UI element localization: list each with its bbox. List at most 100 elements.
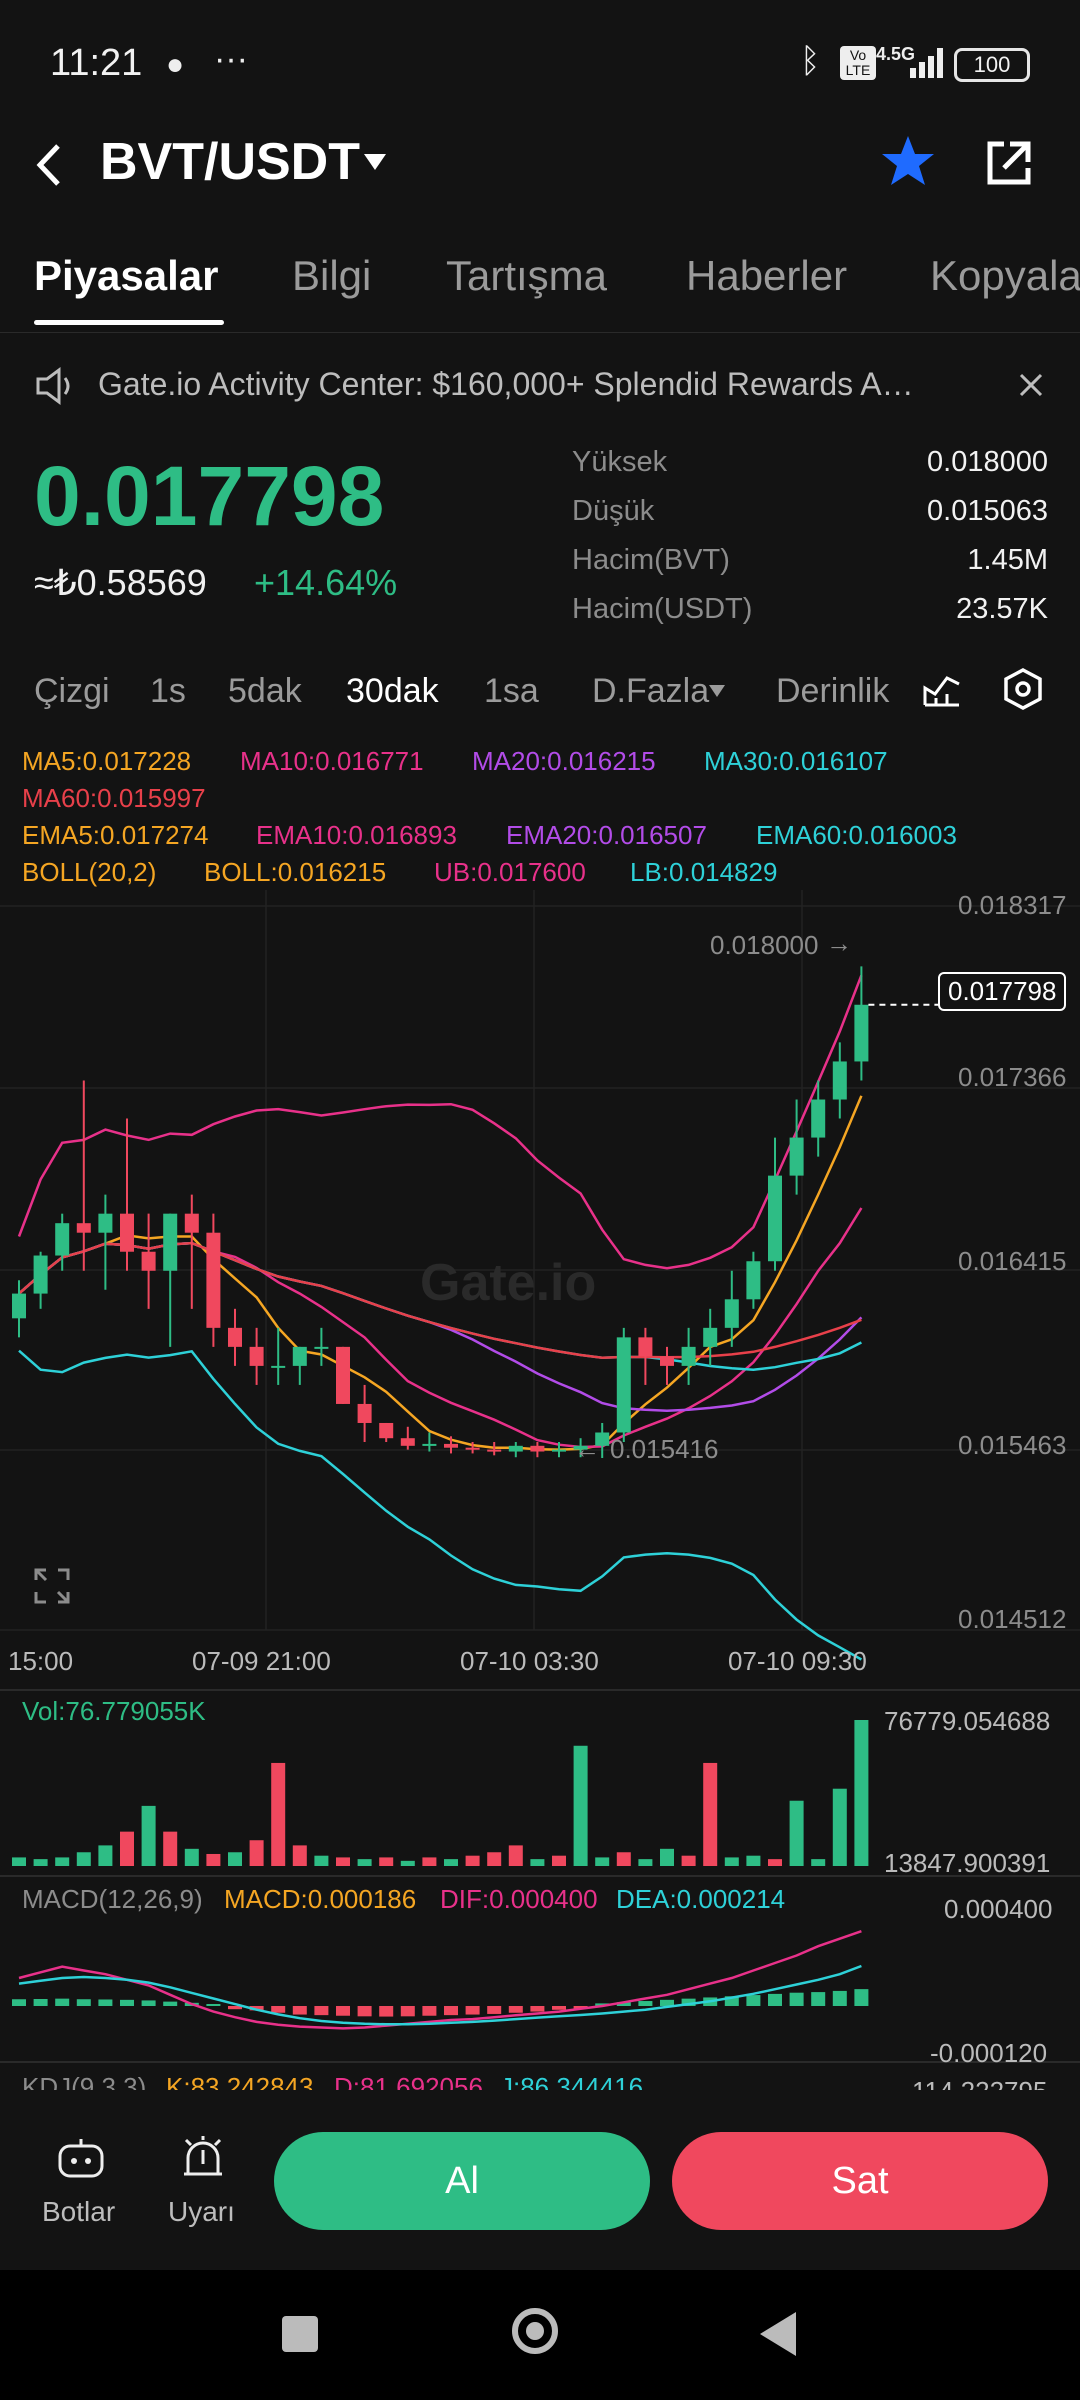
timeframe-5m[interactable]: 5dak	[228, 672, 302, 711]
announcement-bar[interactable]: Gate.io Activity Center: $160,000+ Splen…	[0, 350, 1080, 424]
candle-body	[768, 1175, 782, 1262]
more-chevron-icon[interactable]	[708, 684, 726, 698]
macd-histogram-bar	[55, 1998, 70, 2006]
macd-params-label: MACD(12,26,9)	[22, 1884, 203, 1914]
ema5-label: EMA5:0.017274	[22, 820, 209, 850]
vol-tick-min: 13847.900391	[884, 1848, 1051, 1878]
ema20-label: EMA20:0.016507	[506, 820, 707, 850]
candle-body	[660, 1356, 674, 1366]
candle-body	[832, 1061, 847, 1100]
candle-body	[465, 1447, 480, 1450]
x-tick-3: 07-10 09:30	[728, 1646, 867, 1676]
alert-icon[interactable]	[180, 2134, 226, 2182]
volume-bar	[681, 1855, 696, 1866]
volume-bar	[616, 1852, 631, 1866]
macd-histogram-bar	[400, 2006, 415, 2017]
candle-body	[357, 1403, 372, 1423]
macd-histogram-bar	[638, 2001, 653, 2006]
tab-kopyala[interactable]: Kopyala	[930, 252, 1080, 300]
alert-label[interactable]: Uyarı	[168, 2196, 235, 2228]
high-arrow: →	[826, 928, 852, 958]
boll-lb-label: LB:0.014829	[630, 857, 778, 887]
candle-body	[789, 1137, 804, 1176]
volume-label: Vol:76.779055K	[22, 1696, 206, 1726]
volume-bar	[98, 1845, 113, 1866]
volume-bar	[120, 1831, 134, 1866]
share-icon[interactable]	[982, 138, 1034, 190]
close-icon[interactable]	[1018, 372, 1044, 398]
star-icon[interactable]	[880, 134, 936, 188]
candle-body	[76, 1223, 91, 1233]
timeframe-1h[interactable]: 1sa	[484, 672, 539, 711]
back-nav-icon[interactable]	[756, 2310, 800, 2358]
candle-body	[811, 1099, 826, 1138]
battery-icon: 100	[954, 48, 1030, 82]
dif-line	[18, 1930, 862, 2030]
candle-body	[854, 1004, 869, 1062]
x-tick-0: 15:00	[8, 1646, 74, 1676]
candle-body	[33, 1255, 48, 1294]
volume-bar	[724, 1857, 739, 1866]
depth-tab[interactable]: Derinlik	[776, 672, 889, 711]
back-icon[interactable]	[32, 140, 66, 190]
timeframe-30m[interactable]: 30dak	[346, 672, 439, 711]
candle-body	[336, 1346, 350, 1404]
watermark-text: Gate.io	[420, 1254, 596, 1312]
volume-bar	[595, 1857, 610, 1866]
fullscreen-icon[interactable]	[34, 1568, 70, 1604]
candle-body	[292, 1346, 307, 1366]
tab-tartisma[interactable]: Tartışma	[446, 252, 607, 300]
volume-bar	[33, 1859, 48, 1866]
timeframe-more[interactable]: D.Fazla	[592, 672, 709, 711]
volume-bar	[638, 1859, 653, 1866]
x-tick-1: 07-09 21:00	[192, 1646, 331, 1676]
volume-bar	[444, 1859, 458, 1866]
sell-button[interactable]: Sat	[672, 2132, 1048, 2230]
candle-body	[400, 1438, 415, 1446]
chevron-down-icon[interactable]	[362, 152, 388, 172]
tab-haberler[interactable]: Haberler	[686, 252, 847, 300]
macd-histogram-bar	[768, 1993, 782, 2006]
macd-histogram-bar	[530, 2006, 545, 2012]
macd-histogram-bar	[508, 2006, 523, 2013]
tab-piyasalar[interactable]: Piyasalar	[34, 252, 219, 300]
macd-histogram-bar	[292, 2006, 307, 2015]
indicator-icon[interactable]	[922, 668, 962, 708]
ma5-label: MA5:0.017228	[22, 746, 192, 776]
macd-histogram-bar	[163, 2001, 178, 2006]
macd-histogram-bar	[811, 1992, 826, 2006]
settings-icon[interactable]	[1002, 668, 1044, 710]
macd-histogram-bar	[141, 2000, 156, 2006]
high-marker: 0.018000	[710, 930, 819, 960]
pair-title[interactable]: BVT/USDT	[100, 132, 360, 192]
macd-tick-min: -0.000120	[930, 2038, 1048, 2068]
buy-button[interactable]: Al	[274, 2132, 650, 2230]
home-icon[interactable]	[512, 2308, 558, 2354]
macd-value-label: MACD:0.000186	[224, 1884, 417, 1914]
volume-bar	[336, 1857, 350, 1866]
volume-bar	[703, 1762, 718, 1866]
boll-upper-line	[17, 974, 863, 1270]
tab-bilgi[interactable]: Bilgi	[292, 252, 371, 300]
timeframe-1m[interactable]: 1s	[150, 672, 186, 711]
bots-label[interactable]: Botlar	[42, 2196, 115, 2228]
timeframe-line[interactable]: Çizgi	[34, 672, 110, 711]
vol-tick-max: 76779.054688	[884, 1706, 1051, 1736]
volume-bar	[487, 1852, 502, 1866]
y-tick-3: 0.015463	[958, 1430, 1067, 1460]
announcement-text: Gate.io Activity Center: $160,000+ Splen…	[98, 366, 914, 402]
macd-histogram-bar	[552, 2006, 566, 2010]
fiat-price: ≈₺0.58569	[34, 562, 207, 603]
candle-body	[444, 1443, 458, 1448]
volume-bar	[573, 1745, 588, 1866]
signal-icon	[910, 48, 943, 78]
volume-bar	[55, 1857, 70, 1866]
macd-histogram-bar	[12, 1999, 26, 2006]
volume-bar	[379, 1857, 394, 1866]
macd-histogram-bar	[379, 2006, 394, 2017]
tab-bar: Piyasalar Bilgi Tartışma Haberler Kopyal…	[0, 248, 1080, 333]
recents-icon[interactable]	[282, 2316, 318, 2352]
bot-icon[interactable]	[56, 2136, 106, 2182]
macd-histogram-bar	[465, 2006, 480, 2015]
volume-bar	[422, 1857, 437, 1866]
